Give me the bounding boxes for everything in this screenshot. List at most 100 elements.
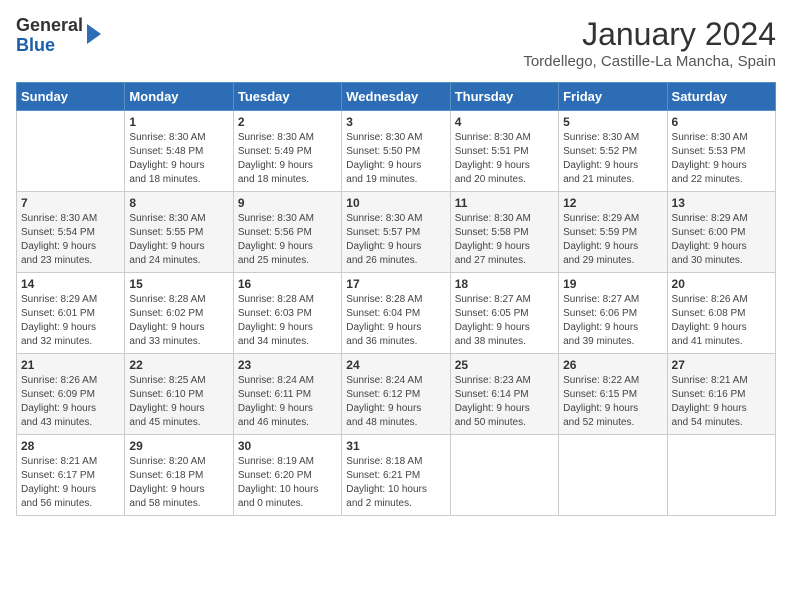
calendar-cell: 7 Sunrise: 8:30 AM Sunset: 5:54 PM Daylig… — [17, 192, 125, 273]
calendar-header: SundayMondayTuesdayWednesdayThursdayFrid… — [17, 83, 776, 111]
calendar-cell: 31 Sunrise: 8:18 AM Sunset: 6:21 PM Dayli… — [342, 435, 450, 516]
calendar-week-row: 7 Sunrise: 8:30 AM Sunset: 5:54 PM Daylig… — [17, 192, 776, 273]
day-number: 24 — [346, 358, 445, 372]
location: Tordellego, Castille-La Mancha, Spain — [523, 53, 776, 70]
day-number: 11 — [455, 196, 554, 210]
calendar-cell: 10Sunrise: 8:30 AM Sunset: 5:57 PM Dayli… — [342, 192, 450, 273]
calendar-cell: 26 Sunrise: 8:22 AM Sunset: 6:15 PM Dayli… — [559, 354, 667, 435]
calendar-week-row: 21 Sunrise: 8:26 AM Sunset: 6:09 PM Dayli… — [17, 354, 776, 435]
header-day: Sunday — [17, 83, 125, 111]
day-number: 1 — [129, 115, 228, 129]
day-number: 9 — [238, 196, 337, 210]
day-number: 19 — [563, 277, 662, 291]
day-info: Sunrise: 8:29 AM Sunset: 6:01 PM Dayligh… — [21, 293, 120, 349]
logo-blue: Blue — [16, 36, 83, 56]
calendar-week-row: 1 Sunrise: 8:30 AM Sunset: 5:48 PM Daylig… — [17, 111, 776, 192]
calendar-cell — [559, 435, 667, 516]
day-number: 10 — [346, 196, 445, 210]
calendar-cell — [450, 435, 558, 516]
header-row: SundayMondayTuesdayWednesdayThursdayFrid… — [17, 83, 776, 111]
day-number: 8 — [129, 196, 228, 210]
calendar-cell: 21 Sunrise: 8:26 AM Sunset: 6:09 PM Dayli… — [17, 354, 125, 435]
calendar-cell: 18Sunrise: 8:27 AM Sunset: 6:05 PM Dayli… — [450, 273, 558, 354]
calendar-cell: 17Sunrise: 8:28 AM Sunset: 6:04 PM Dayli… — [342, 273, 450, 354]
day-info: Sunrise: 8:30 AM Sunset: 5:51 PM Dayligh… — [455, 131, 554, 187]
calendar-table: SundayMondayTuesdayWednesdayThursdayFrid… — [16, 82, 776, 516]
calendar-cell: 15Sunrise: 8:28 AM Sunset: 6:02 PM Dayli… — [125, 273, 233, 354]
calendar-cell: 16 Sunrise: 8:28 AM Sunset: 6:03 PM Dayli… — [233, 273, 341, 354]
logo-arrow-icon — [87, 24, 101, 44]
day-info: Sunrise: 8:25 AM Sunset: 6:10 PM Dayligh… — [129, 374, 228, 430]
day-number: 2 — [238, 115, 337, 129]
day-info: Sunrise: 8:26 AM Sunset: 6:09 PM Dayligh… — [21, 374, 120, 430]
calendar-cell: 13 Sunrise: 8:29 AM Sunset: 6:00 PM Dayli… — [667, 192, 775, 273]
day-info: Sunrise: 8:18 AM Sunset: 6:21 PM Dayligh… — [346, 455, 445, 511]
day-number: 4 — [455, 115, 554, 129]
day-number: 3 — [346, 115, 445, 129]
day-info: Sunrise: 8:28 AM Sunset: 6:02 PM Dayligh… — [129, 293, 228, 349]
day-number: 28 — [21, 439, 120, 453]
day-number: 26 — [563, 358, 662, 372]
calendar-cell: 11Sunrise: 8:30 AM Sunset: 5:58 PM Dayli… — [450, 192, 558, 273]
header-day: Thursday — [450, 83, 558, 111]
day-info: Sunrise: 8:19 AM Sunset: 6:20 PM Dayligh… — [238, 455, 337, 511]
day-number: 14 — [21, 277, 120, 291]
day-number: 25 — [455, 358, 554, 372]
calendar-cell: 2 Sunrise: 8:30 AM Sunset: 5:49 PM Daylig… — [233, 111, 341, 192]
day-info: Sunrise: 8:30 AM Sunset: 5:49 PM Dayligh… — [238, 131, 337, 187]
day-info: Sunrise: 8:30 AM Sunset: 5:53 PM Dayligh… — [672, 131, 771, 187]
day-info: Sunrise: 8:30 AM Sunset: 5:52 PM Dayligh… — [563, 131, 662, 187]
day-info: Sunrise: 8:28 AM Sunset: 6:03 PM Dayligh… — [238, 293, 337, 349]
day-info: Sunrise: 8:29 AM Sunset: 6:00 PM Dayligh… — [672, 212, 771, 268]
day-number: 30 — [238, 439, 337, 453]
logo: General Blue — [16, 16, 101, 56]
logo-general: General — [16, 16, 83, 36]
calendar-cell: 1 Sunrise: 8:30 AM Sunset: 5:48 PM Daylig… — [125, 111, 233, 192]
day-info: Sunrise: 8:27 AM Sunset: 6:05 PM Dayligh… — [455, 293, 554, 349]
day-info: Sunrise: 8:28 AM Sunset: 6:04 PM Dayligh… — [346, 293, 445, 349]
calendar-cell: 14 Sunrise: 8:29 AM Sunset: 6:01 PM Dayli… — [17, 273, 125, 354]
day-info: Sunrise: 8:24 AM Sunset: 6:12 PM Dayligh… — [346, 374, 445, 430]
day-number: 29 — [129, 439, 228, 453]
day-info: Sunrise: 8:30 AM Sunset: 5:54 PM Dayligh… — [21, 212, 120, 268]
calendar-week-row: 28 Sunrise: 8:21 AM Sunset: 6:17 PM Dayli… — [17, 435, 776, 516]
page-header: General Blue January 2024 Tordellego, Ca… — [16, 16, 776, 70]
calendar-cell: 3Sunrise: 8:30 AM Sunset: 5:50 PM Daylig… — [342, 111, 450, 192]
calendar-cell — [17, 111, 125, 192]
calendar-cell: 20Sunrise: 8:26 AM Sunset: 6:08 PM Dayli… — [667, 273, 775, 354]
logo-text: General Blue — [16, 16, 83, 56]
calendar-cell: 8 Sunrise: 8:30 AM Sunset: 5:55 PM Daylig… — [125, 192, 233, 273]
header-day: Friday — [559, 83, 667, 111]
day-number: 7 — [21, 196, 120, 210]
calendar-cell: 19 Sunrise: 8:27 AM Sunset: 6:06 PM Dayli… — [559, 273, 667, 354]
calendar-cell: 30 Sunrise: 8:19 AM Sunset: 6:20 PM Dayli… — [233, 435, 341, 516]
calendar-cell: 6 Sunrise: 8:30 AM Sunset: 5:53 PM Daylig… — [667, 111, 775, 192]
title-section: January 2024 Tordellego, Castille-La Man… — [523, 16, 776, 70]
day-number: 20 — [672, 277, 771, 291]
day-info: Sunrise: 8:29 AM Sunset: 5:59 PM Dayligh… — [563, 212, 662, 268]
calendar-body: 1 Sunrise: 8:30 AM Sunset: 5:48 PM Daylig… — [17, 111, 776, 516]
calendar-cell: 9 Sunrise: 8:30 AM Sunset: 5:56 PM Daylig… — [233, 192, 341, 273]
day-number: 27 — [672, 358, 771, 372]
calendar-cell: 27 Sunrise: 8:21 AM Sunset: 6:16 PM Dayli… — [667, 354, 775, 435]
calendar-week-row: 14 Sunrise: 8:29 AM Sunset: 6:01 PM Dayli… — [17, 273, 776, 354]
day-info: Sunrise: 8:30 AM Sunset: 5:55 PM Dayligh… — [129, 212, 228, 268]
day-info: Sunrise: 8:21 AM Sunset: 6:16 PM Dayligh… — [672, 374, 771, 430]
calendar-cell: 25Sunrise: 8:23 AM Sunset: 6:14 PM Dayli… — [450, 354, 558, 435]
day-number: 22 — [129, 358, 228, 372]
calendar-cell: 4 Sunrise: 8:30 AM Sunset: 5:51 PM Daylig… — [450, 111, 558, 192]
day-info: Sunrise: 8:30 AM Sunset: 5:56 PM Dayligh… — [238, 212, 337, 268]
header-day: Monday — [125, 83, 233, 111]
day-info: Sunrise: 8:27 AM Sunset: 6:06 PM Dayligh… — [563, 293, 662, 349]
day-number: 21 — [21, 358, 120, 372]
calendar-cell: 28 Sunrise: 8:21 AM Sunset: 6:17 PM Dayli… — [17, 435, 125, 516]
day-number: 13 — [672, 196, 771, 210]
month-title: January 2024 — [523, 16, 776, 53]
day-number: 6 — [672, 115, 771, 129]
day-info: Sunrise: 8:30 AM Sunset: 5:48 PM Dayligh… — [129, 131, 228, 187]
day-number: 31 — [346, 439, 445, 453]
day-number: 16 — [238, 277, 337, 291]
day-info: Sunrise: 8:22 AM Sunset: 6:15 PM Dayligh… — [563, 374, 662, 430]
day-info: Sunrise: 8:21 AM Sunset: 6:17 PM Dayligh… — [21, 455, 120, 511]
calendar-cell: 5Sunrise: 8:30 AM Sunset: 5:52 PM Daylig… — [559, 111, 667, 192]
